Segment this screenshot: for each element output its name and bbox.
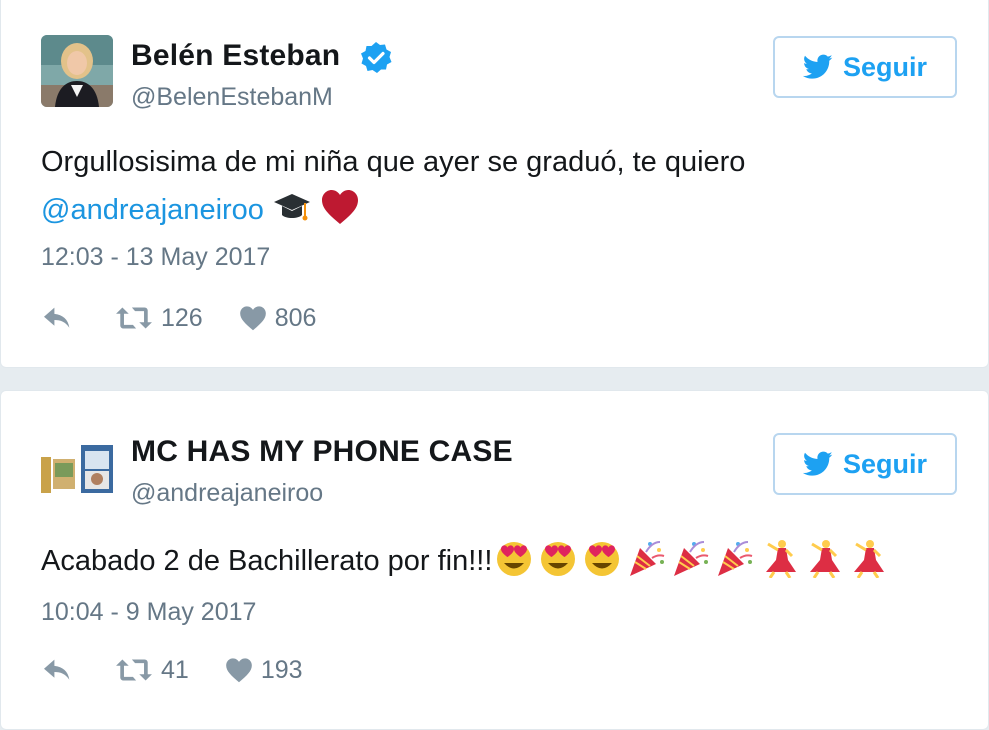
dancer-icon	[756, 538, 800, 578]
twitter-bird-icon	[803, 54, 833, 80]
follow-label: Seguir	[842, 51, 928, 82]
tweet-text-line: Orgullosisima de mi niña que ayer se gra…	[41, 146, 746, 178]
display-name[interactable]: Belén Esteban	[131, 39, 340, 73]
twitter-bird-icon	[803, 451, 833, 477]
user-handle[interactable]: @BelenEstebanM	[131, 83, 333, 112]
retweet-button[interactable]: 41	[115, 656, 189, 685]
follow-button[interactable]: Seguir	[773, 433, 957, 495]
heart-eyes-icon	[536, 538, 580, 578]
dancer-icon	[844, 538, 888, 578]
tweet-card: MC HAS MY PHONE CASE @andreajaneiroo Seg…	[0, 390, 989, 730]
mention-link[interactable]: @andreajaneiroo	[41, 194, 264, 226]
party-popper-icon	[712, 538, 756, 578]
tweet-text: Acabado 2 de Bachillerato por fin!!!	[41, 537, 971, 585]
tweet-actions: 41 193	[41, 653, 303, 687]
like-count: 806	[274, 303, 317, 332]
avatar[interactable]	[41, 437, 113, 509]
heart-icon	[225, 657, 253, 683]
heart-eyes-icon	[580, 538, 624, 578]
like-count: 193	[260, 655, 303, 684]
tweet-actions: 126 806	[41, 301, 316, 335]
party-popper-icon	[668, 538, 712, 578]
like-button[interactable]: 193	[225, 656, 303, 685]
reply-button[interactable]	[41, 657, 73, 683]
avatar[interactable]	[41, 35, 113, 107]
user-handle[interactable]: @andreajaneiroo	[131, 479, 323, 508]
timestamp[interactable]: 12:03 - 13 May 2017	[41, 243, 270, 272]
timestamp[interactable]: 10:04 - 9 May 2017	[41, 598, 256, 627]
retweet-count: 41	[161, 655, 189, 684]
red-heart-icon	[322, 190, 359, 224]
tweet-text-line: Acabado 2 de Bachillerato por fin!!!	[41, 545, 493, 577]
verified-badge-icon	[361, 42, 392, 73]
reply-button[interactable]	[41, 305, 73, 331]
heart-icon	[239, 305, 267, 331]
graduation-cap-icon	[274, 194, 310, 221]
reply-icon	[41, 305, 73, 331]
retweet-button[interactable]: 126	[115, 304, 203, 333]
retweet-count: 126	[161, 303, 203, 332]
tweet-card: Belén Esteban @BelenEstebanM Seguir Orgu…	[0, 0, 989, 368]
like-button[interactable]: 806	[239, 303, 317, 333]
party-popper-icon	[624, 538, 668, 578]
dancer-icon	[800, 538, 844, 578]
follow-label: Seguir	[842, 448, 928, 479]
reply-icon	[41, 657, 73, 683]
tweet-text: Orgullosisima de mi niña que ayer se gra…	[41, 138, 971, 234]
retweet-icon	[115, 657, 153, 683]
follow-button[interactable]: Seguir	[773, 36, 957, 98]
retweet-icon	[115, 305, 153, 331]
heart-eyes-icon	[492, 538, 536, 578]
display-name[interactable]: MC HAS MY PHONE CASE	[131, 435, 513, 469]
